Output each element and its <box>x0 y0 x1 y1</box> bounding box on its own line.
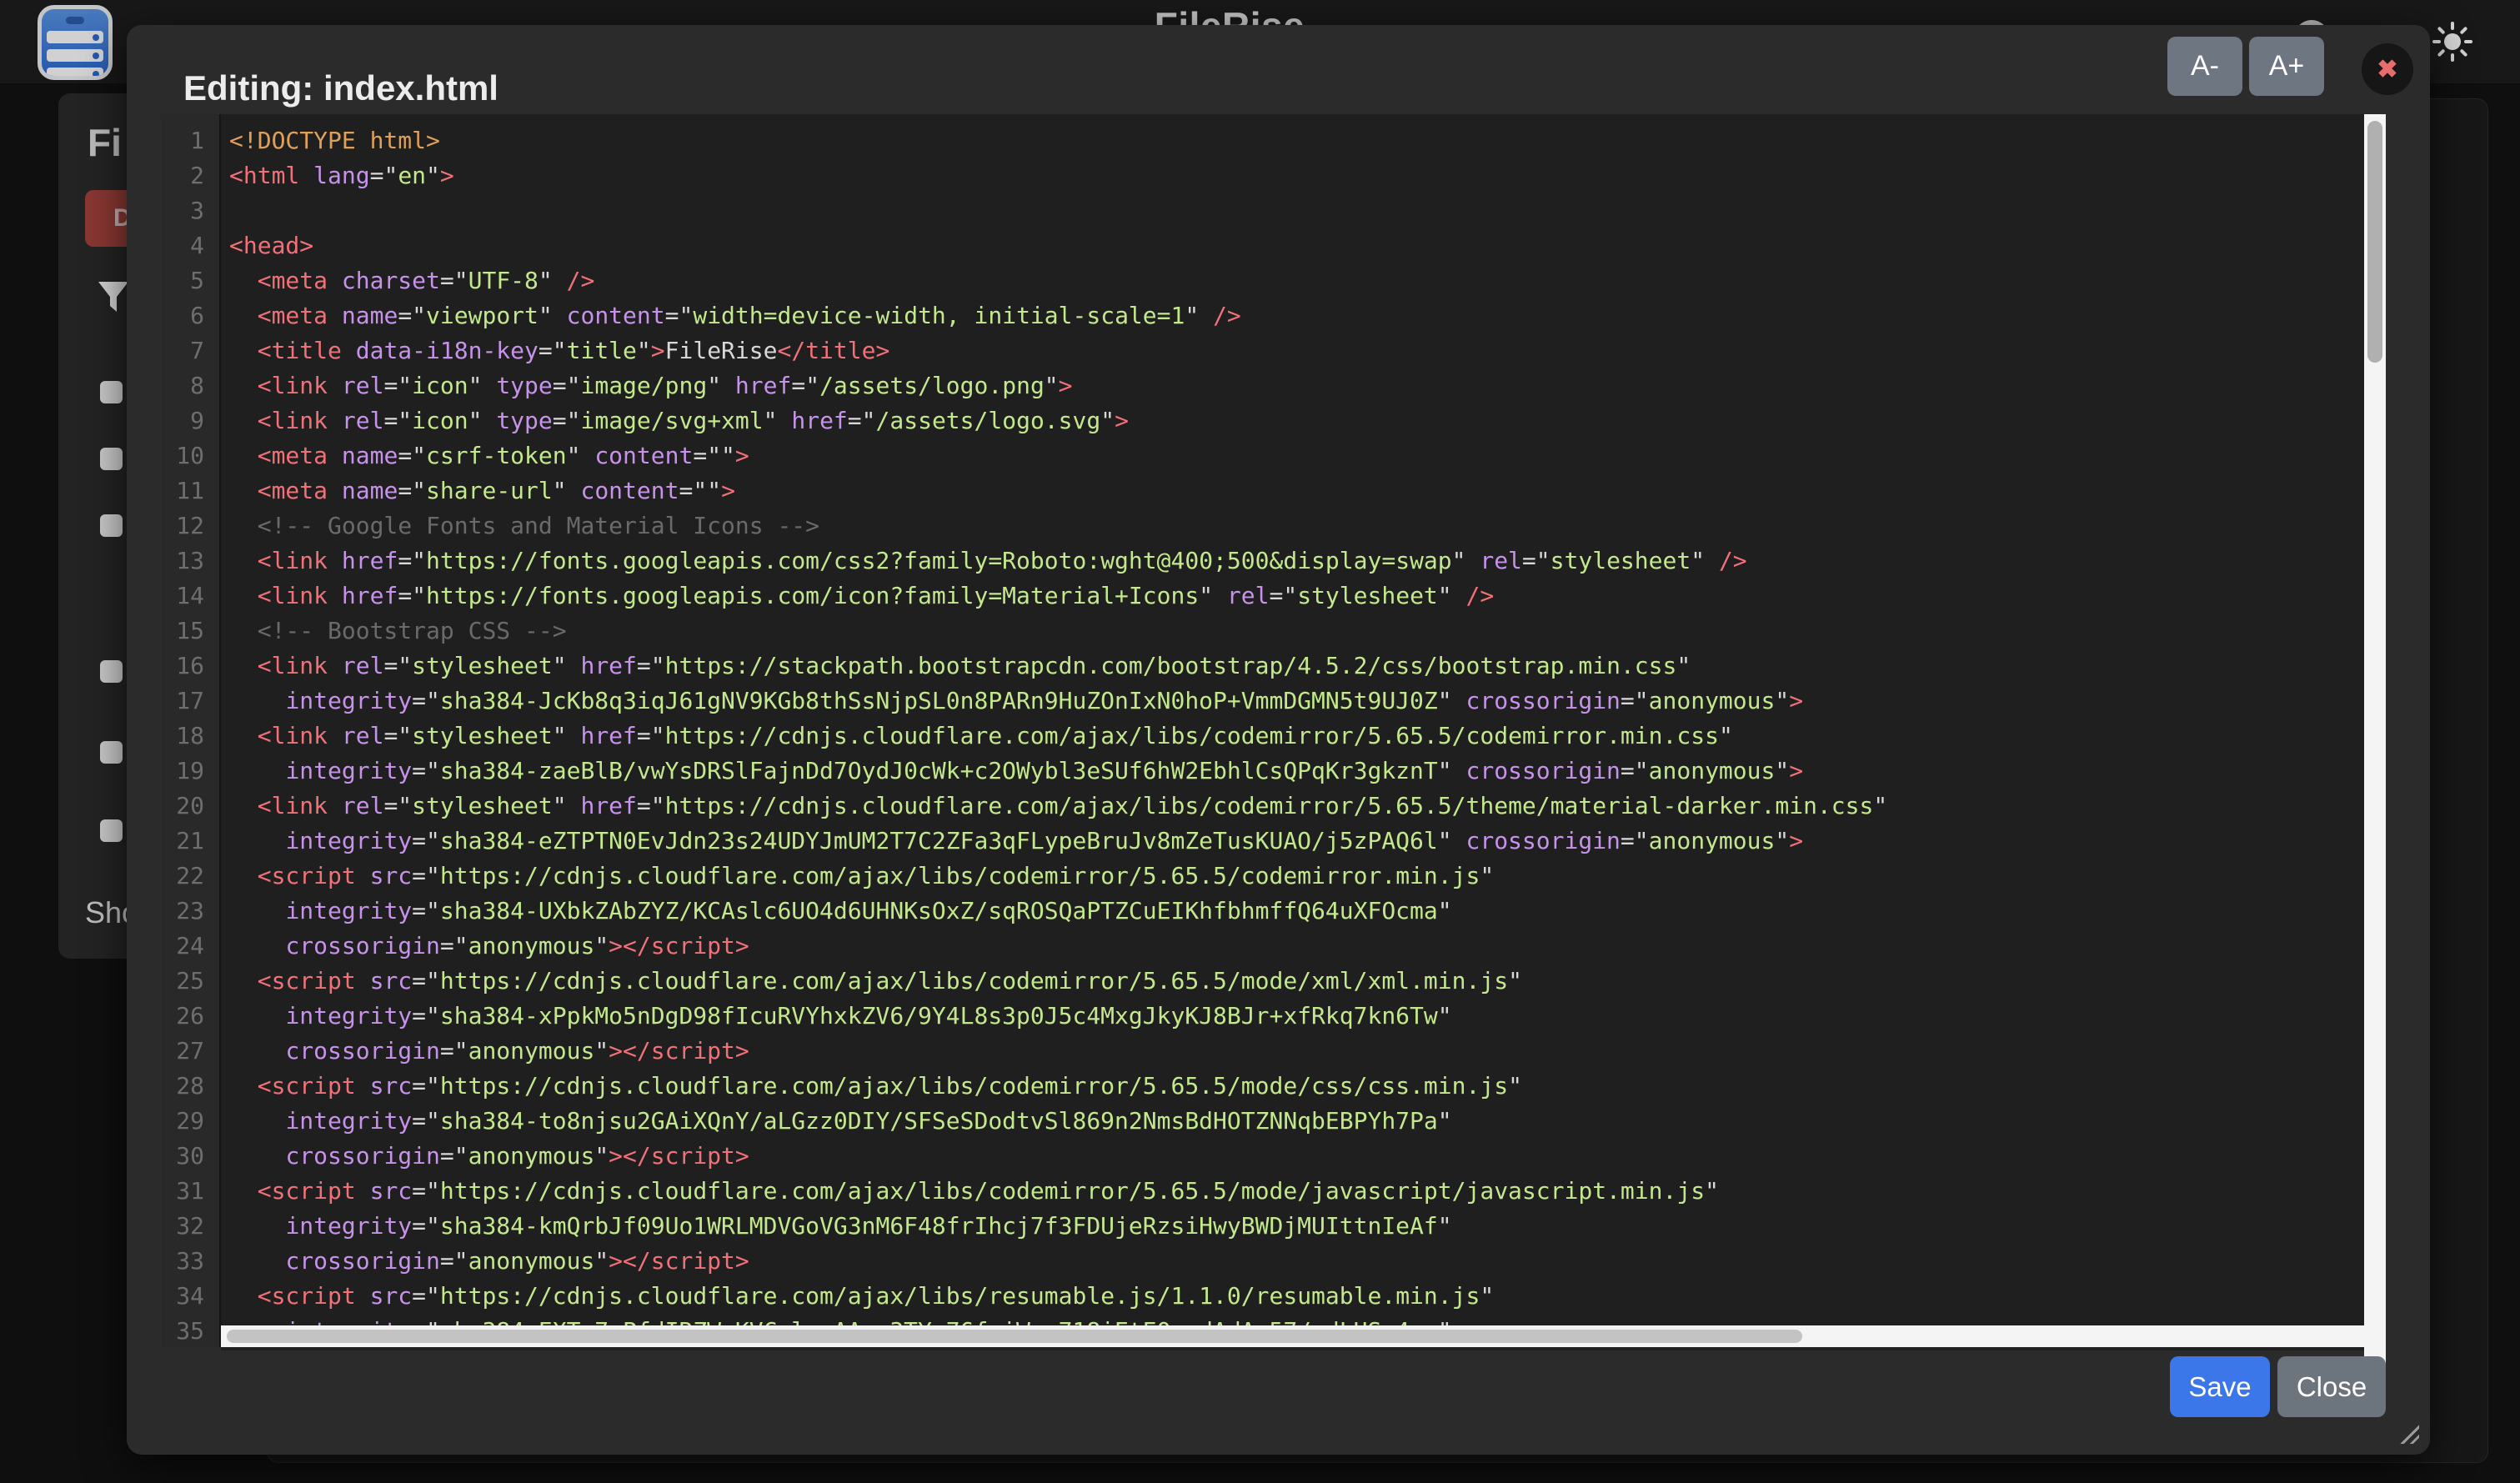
code-line: <script src="https://cdnjs.cloudflare.co… <box>229 1279 2364 1314</box>
code-line: integrity="sha384-zaeBlB/vwYsDRSlFajnDd7… <box>229 754 2364 789</box>
code-lines: <!DOCTYPE html><html lang="en"> <head> <m… <box>229 123 2364 1349</box>
code-line: crossorigin="anonymous"></script> <box>229 1244 2364 1279</box>
line-number: 29 <box>161 1104 219 1139</box>
line-number: 21 <box>161 824 219 859</box>
line-number: 31 <box>161 1174 219 1209</box>
code-line: <head> <box>229 228 2364 263</box>
line-number: 9 <box>161 403 219 438</box>
code-line: integrity="sha384-to8njsu2GAiXQnY/aLGzz0… <box>229 1104 2364 1139</box>
horizontal-scrollbar[interactable] <box>221 1325 2364 1347</box>
line-number: 33 <box>161 1244 219 1279</box>
code-line: <!DOCTYPE html> <box>229 123 2364 158</box>
line-number: 17 <box>161 684 219 719</box>
code-line: <link rel="icon" type="image/svg+xml" hr… <box>229 403 2364 438</box>
line-number: 25 <box>161 964 219 999</box>
line-number: 32 <box>161 1209 219 1244</box>
modal-title: Editing: index.html <box>183 68 498 108</box>
code-line: integrity="sha384-UXbkZAbZYZ/KCAslc6UO4d… <box>229 894 2364 929</box>
code-line: <meta name="csrf-token" content=""> <box>229 438 2364 473</box>
line-number: 10 <box>161 438 219 473</box>
horizontal-scrollbar-thumb[interactable] <box>227 1330 1802 1343</box>
vertical-scrollbar[interactable] <box>2364 114 2386 1372</box>
save-button[interactable]: Save <box>2170 1356 2270 1417</box>
code-line: crossorigin="anonymous"></script> <box>229 1034 2364 1069</box>
line-number: 11 <box>161 473 219 509</box>
line-number: 1 <box>161 123 219 158</box>
vertical-scrollbar-thumb[interactable] <box>2367 121 2382 363</box>
code-line: <link href="https://fonts.googleapis.com… <box>229 544 2364 579</box>
line-number: 6 <box>161 298 219 333</box>
code-line: crossorigin="anonymous"></script> <box>229 1139 2364 1174</box>
code-line: <link rel="stylesheet" href="https://cdn… <box>229 789 2364 824</box>
font-decrease-button[interactable]: A- <box>2167 37 2242 96</box>
line-number: 3 <box>161 193 219 228</box>
code-line: integrity="sha384-eZTPTN0EvJdn23s24UDYJm… <box>229 824 2364 859</box>
line-number: 28 <box>161 1069 219 1104</box>
line-number: 23 <box>161 894 219 929</box>
line-number: 2 <box>161 158 219 193</box>
code-line: <!-- Google Fonts and Material Icons --> <box>229 509 2364 544</box>
line-number: 34 <box>161 1279 219 1314</box>
code-line: integrity="sha384-JcKb8q3iqJ61gNV9KGb8th… <box>229 684 2364 719</box>
line-number: 20 <box>161 789 219 824</box>
line-number: 13 <box>161 544 219 579</box>
close-button[interactable]: Close <box>2277 1356 2386 1417</box>
font-increase-button[interactable]: A+ <box>2249 37 2324 96</box>
code-line: <meta name="viewport" content="width=dev… <box>229 298 2364 333</box>
line-number: 16 <box>161 649 219 684</box>
code-editor[interactable]: <!DOCTYPE html><html lang="en"> <head> <m… <box>221 114 2364 1350</box>
code-line: <meta charset="UTF-8" /> <box>229 263 2364 298</box>
line-number: 5 <box>161 263 219 298</box>
line-number: 18 <box>161 719 219 754</box>
code-line: <link rel="stylesheet" href="https://cdn… <box>229 719 2364 754</box>
code-line <box>229 193 2364 228</box>
code-line: <link rel="stylesheet" href="https://sta… <box>229 649 2364 684</box>
code-line: <!-- Bootstrap CSS --> <box>229 614 2364 649</box>
close-icon[interactable]: ✖ <box>2362 43 2413 95</box>
code-line: <title data-i18n-key="title">FileRise</t… <box>229 333 2364 368</box>
line-number: 7 <box>161 333 219 368</box>
line-number: 22 <box>161 859 219 894</box>
line-number: 12 <box>161 509 219 544</box>
line-number: 24 <box>161 929 219 964</box>
line-number: 8 <box>161 368 219 403</box>
code-line: integrity="sha384-kmQrbJf09Uo1WRLMDVGoVG… <box>229 1209 2364 1244</box>
screen: FileRise Fi D Sho Editing: index.html A-… <box>0 0 2520 1483</box>
code-line: <script src="https://cdnjs.cloudflare.co… <box>229 859 2364 894</box>
line-number: 35 <box>161 1314 219 1347</box>
code-line: <html lang="en"> <box>229 158 2364 193</box>
line-number: 30 <box>161 1139 219 1174</box>
line-number-gutter: 1234567891011121314151617181920212223242… <box>161 114 219 1347</box>
line-number: 4 <box>161 228 219 263</box>
code-line: integrity="sha384-xPpkMo5nDgD98fIcuRVYhx… <box>229 999 2364 1034</box>
line-number: 27 <box>161 1034 219 1069</box>
resize-handle[interactable] <box>2399 1424 2419 1444</box>
code-line: <link href="https://fonts.googleapis.com… <box>229 579 2364 614</box>
line-number: 19 <box>161 754 219 789</box>
code-line: crossorigin="anonymous"></script> <box>229 929 2364 964</box>
line-number: 14 <box>161 579 219 614</box>
line-number: 15 <box>161 614 219 649</box>
code-line: <link rel="icon" type="image/png" href="… <box>229 368 2364 403</box>
code-line: <script src="https://cdnjs.cloudflare.co… <box>229 1069 2364 1104</box>
code-line: <meta name="share-url" content=""> <box>229 473 2364 509</box>
code-line: <script src="https://cdnjs.cloudflare.co… <box>229 1174 2364 1209</box>
editor-modal: Editing: index.html A- A+ ✖ 123456789101… <box>127 25 2430 1455</box>
code-line: <script src="https://cdnjs.cloudflare.co… <box>229 964 2364 999</box>
line-number: 26 <box>161 999 219 1034</box>
